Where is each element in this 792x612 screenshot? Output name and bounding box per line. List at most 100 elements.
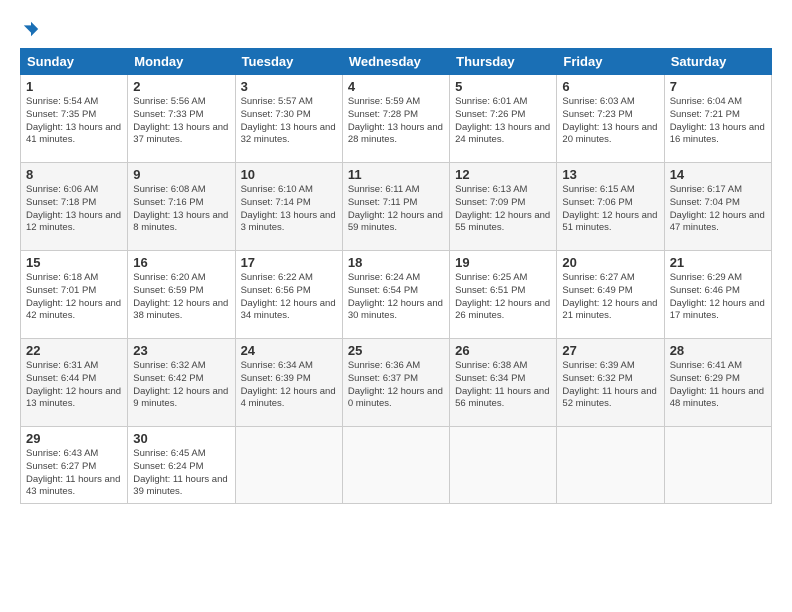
calendar-week-row: 22 Sunrise: 6:31 AM Sunset: 6:44 PM Dayli… (21, 339, 772, 427)
calendar-cell: 12 Sunrise: 6:13 AM Sunset: 7:09 PM Dayli… (450, 163, 557, 251)
day-number: 18 (348, 255, 444, 270)
calendar-cell: 4 Sunrise: 5:59 AM Sunset: 7:28 PM Daylig… (342, 75, 449, 163)
day-number: 25 (348, 343, 444, 358)
calendar-cell: 9 Sunrise: 6:08 AM Sunset: 7:16 PM Daylig… (128, 163, 235, 251)
day-number: 29 (26, 431, 122, 446)
day-number: 8 (26, 167, 122, 182)
day-info: Sunrise: 6:32 AM Sunset: 6:42 PM Dayligh… (133, 360, 229, 411)
day-info: Sunrise: 6:41 AM Sunset: 6:29 PM Dayligh… (670, 360, 766, 411)
weekday-header: Wednesday (342, 49, 449, 75)
day-info: Sunrise: 6:39 AM Sunset: 6:32 PM Dayligh… (562, 360, 658, 411)
calendar-cell: 23 Sunrise: 6:32 AM Sunset: 6:42 PM Dayli… (128, 339, 235, 427)
calendar-cell: 1 Sunrise: 5:54 AM Sunset: 7:35 PM Daylig… (21, 75, 128, 163)
day-number: 27 (562, 343, 658, 358)
day-number: 9 (133, 167, 229, 182)
calendar-week-row: 15 Sunrise: 6:18 AM Sunset: 7:01 PM Dayli… (21, 251, 772, 339)
calendar-cell: 22 Sunrise: 6:31 AM Sunset: 6:44 PM Dayli… (21, 339, 128, 427)
calendar-cell: 24Sunrise: 6:34 AM Sunset: 6:39 PM Dayli… (235, 339, 342, 427)
calendar-cell: 5 Sunrise: 6:01 AM Sunset: 7:26 PM Daylig… (450, 75, 557, 163)
calendar-cell: 25 Sunrise: 6:36 AM Sunset: 6:37 PM Dayli… (342, 339, 449, 427)
calendar-cell: 3Sunrise: 5:57 AM Sunset: 7:30 PM Daylig… (235, 75, 342, 163)
day-number: 7 (670, 79, 766, 94)
calendar-cell: 28 Sunrise: 6:41 AM Sunset: 6:29 PM Dayli… (664, 339, 771, 427)
calendar-cell (450, 427, 557, 504)
day-number: 12 (455, 167, 551, 182)
weekday-header: Sunday (21, 49, 128, 75)
calendar-cell (557, 427, 664, 504)
weekday-header: Monday (128, 49, 235, 75)
calendar-cell: 2 Sunrise: 5:56 AM Sunset: 7:33 PM Daylig… (128, 75, 235, 163)
calendar-cell: 17Sunrise: 6:22 AM Sunset: 6:56 PM Dayli… (235, 251, 342, 339)
day-info: Sunrise: 6:38 AM Sunset: 6:34 PM Dayligh… (455, 360, 551, 411)
day-number: 17 (241, 255, 337, 270)
calendar-cell: 20Sunrise: 6:27 AM Sunset: 6:49 PM Dayli… (557, 251, 664, 339)
day-info: Sunrise: 6:04 AM Sunset: 7:21 PM Dayligh… (670, 96, 766, 147)
calendar-week-row: 1 Sunrise: 5:54 AM Sunset: 7:35 PM Daylig… (21, 75, 772, 163)
day-number: 5 (455, 79, 551, 94)
calendar-cell: 19 Sunrise: 6:25 AM Sunset: 6:51 PM Dayli… (450, 251, 557, 339)
day-info: Sunrise: 6:36 AM Sunset: 6:37 PM Dayligh… (348, 360, 444, 411)
calendar-cell: 8 Sunrise: 6:06 AM Sunset: 7:18 PM Daylig… (21, 163, 128, 251)
calendar-cell: 14 Sunrise: 6:17 AM Sunset: 7:04 PM Dayli… (664, 163, 771, 251)
day-info: Sunrise: 5:54 AM Sunset: 7:35 PM Dayligh… (26, 96, 122, 147)
calendar-cell: 29 Sunrise: 6:43 AM Sunset: 6:27 PM Dayli… (21, 427, 128, 504)
day-number: 21 (670, 255, 766, 270)
calendar-header-row: SundayMondayTuesdayWednesdayThursdayFrid… (21, 49, 772, 75)
day-number: 2 (133, 79, 229, 94)
day-number: 15 (26, 255, 122, 270)
calendar-cell (235, 427, 342, 504)
calendar-page: SundayMondayTuesdayWednesdayThursdayFrid… (0, 0, 792, 612)
day-info: Sunrise: 6:18 AM Sunset: 7:01 PM Dayligh… (26, 272, 122, 323)
day-info: Sunrise: 6:17 AM Sunset: 7:04 PM Dayligh… (670, 184, 766, 235)
day-info: Sunrise: 5:59 AM Sunset: 7:28 PM Dayligh… (348, 96, 444, 147)
day-info: Sunrise: 6:27 AM Sunset: 6:49 PM Dayligh… (562, 272, 658, 323)
day-number: 13 (562, 167, 658, 182)
header (20, 20, 772, 38)
weekday-header: Tuesday (235, 49, 342, 75)
day-number: 6 (562, 79, 658, 94)
weekday-header: Saturday (664, 49, 771, 75)
day-info: Sunrise: 6:08 AM Sunset: 7:16 PM Dayligh… (133, 184, 229, 235)
calendar-cell: 15 Sunrise: 6:18 AM Sunset: 7:01 PM Dayli… (21, 251, 128, 339)
logo-icon (22, 20, 40, 38)
day-number: 14 (670, 167, 766, 182)
calendar-cell: 6 Sunrise: 6:03 AM Sunset: 7:23 PM Daylig… (557, 75, 664, 163)
calendar-cell: 27 Sunrise: 6:39 AM Sunset: 6:32 PM Dayli… (557, 339, 664, 427)
day-info: Sunrise: 6:03 AM Sunset: 7:23 PM Dayligh… (562, 96, 658, 147)
day-number: 16 (133, 255, 229, 270)
calendar-cell: 18 Sunrise: 6:24 AM Sunset: 6:54 PM Dayli… (342, 251, 449, 339)
day-info: Sunrise: 6:34 AM Sunset: 6:39 PM Dayligh… (241, 360, 337, 411)
day-info: Sunrise: 6:06 AM Sunset: 7:18 PM Dayligh… (26, 184, 122, 235)
calendar-cell: 11 Sunrise: 6:11 AM Sunset: 7:11 PM Dayli… (342, 163, 449, 251)
day-info: Sunrise: 6:29 AM Sunset: 6:46 PM Dayligh… (670, 272, 766, 323)
day-number: 11 (348, 167, 444, 182)
weekday-header: Thursday (450, 49, 557, 75)
day-number: 22 (26, 343, 122, 358)
day-number: 3 (241, 79, 337, 94)
day-info: Sunrise: 6:43 AM Sunset: 6:27 PM Dayligh… (26, 448, 122, 499)
day-info: Sunrise: 6:25 AM Sunset: 6:51 PM Dayligh… (455, 272, 551, 323)
day-number: 30 (133, 431, 229, 446)
calendar-cell (664, 427, 771, 504)
calendar-cell: 21 Sunrise: 6:29 AM Sunset: 6:46 PM Dayli… (664, 251, 771, 339)
day-info: Sunrise: 6:11 AM Sunset: 7:11 PM Dayligh… (348, 184, 444, 235)
calendar-cell: 13Sunrise: 6:15 AM Sunset: 7:06 PM Dayli… (557, 163, 664, 251)
day-info: Sunrise: 6:13 AM Sunset: 7:09 PM Dayligh… (455, 184, 551, 235)
day-number: 10 (241, 167, 337, 182)
calendar-cell: 30 Sunrise: 6:45 AM Sunset: 6:24 PM Dayli… (128, 427, 235, 504)
calendar-cell: 7 Sunrise: 6:04 AM Sunset: 7:21 PM Daylig… (664, 75, 771, 163)
day-number: 19 (455, 255, 551, 270)
day-info: Sunrise: 6:24 AM Sunset: 6:54 PM Dayligh… (348, 272, 444, 323)
day-number: 23 (133, 343, 229, 358)
logo (20, 20, 40, 38)
calendar-table: SundayMondayTuesdayWednesdayThursdayFrid… (20, 48, 772, 504)
day-info: Sunrise: 6:01 AM Sunset: 7:26 PM Dayligh… (455, 96, 551, 147)
calendar-cell: 10Sunrise: 6:10 AM Sunset: 7:14 PM Dayli… (235, 163, 342, 251)
calendar-cell: 16Sunrise: 6:20 AM Sunset: 6:59 PM Dayli… (128, 251, 235, 339)
day-number: 28 (670, 343, 766, 358)
day-info: Sunrise: 6:31 AM Sunset: 6:44 PM Dayligh… (26, 360, 122, 411)
day-info: Sunrise: 6:45 AM Sunset: 6:24 PM Dayligh… (133, 448, 229, 499)
day-info: Sunrise: 5:56 AM Sunset: 7:33 PM Dayligh… (133, 96, 229, 147)
day-number: 4 (348, 79, 444, 94)
day-number: 1 (26, 79, 122, 94)
